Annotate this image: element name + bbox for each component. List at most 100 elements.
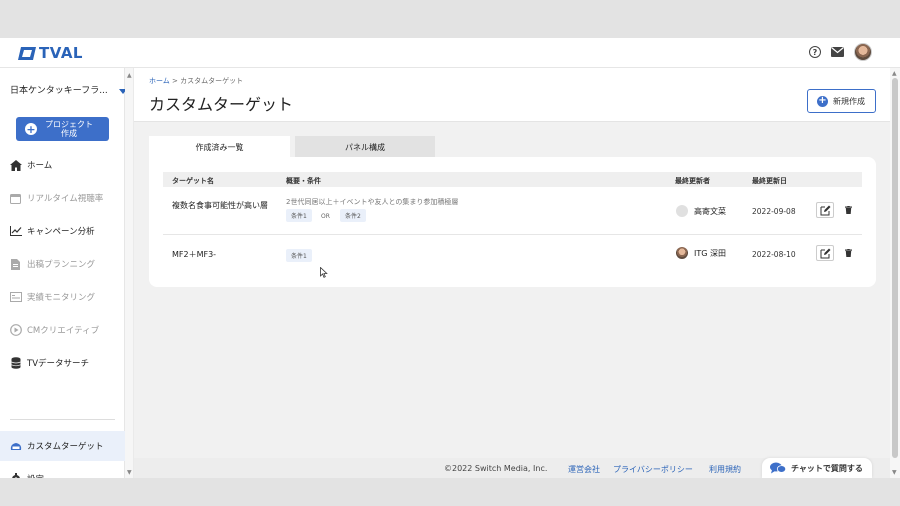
trash-icon	[845, 249, 852, 257]
mouse-cursor-icon	[320, 267, 328, 278]
logo-text: TVAL	[39, 44, 83, 62]
sidebar-item-campaign[interactable]: キャンペーン分析	[0, 216, 125, 246]
new-create-button[interactable]: + 新規作成	[807, 89, 876, 113]
chat-button-label: チャットで質問する	[791, 463, 863, 473]
edit-button[interactable]	[816, 202, 834, 218]
condition-chip[interactable]: 条件1	[286, 209, 312, 222]
updated-date: 2022-09-08	[752, 207, 796, 216]
mail-icon[interactable]	[831, 47, 844, 57]
breadcrumb-separator: >	[172, 77, 178, 85]
sidebar-item-label: リアルタイム視聴率	[27, 194, 104, 204]
create-project-label: プロジェクト 作成	[45, 120, 93, 138]
user-placeholder-icon	[676, 205, 688, 217]
monitor-icon	[9, 291, 22, 304]
main-content: ホーム > カスタムターゲット カスタムターゲット + 新規作成 作成済み一覧 …	[134, 68, 890, 478]
scroll-down-icon[interactable]: ▼	[892, 469, 897, 476]
target-list-card: ターゲット名 概要・条件 最終更新者 最終更新日 複数名食事可能性が高い層 2世…	[149, 157, 876, 287]
line-chart-icon	[9, 225, 22, 238]
sidebar-item-label: 設定	[27, 473, 44, 478]
sidebar-item-monitoring[interactable]: 実績モニタリング	[0, 282, 125, 312]
footer-link-company[interactable]: 運営会社	[568, 464, 600, 475]
delete-button[interactable]	[845, 206, 852, 214]
home-icon	[9, 159, 22, 172]
top-bar: TVAL ?	[0, 38, 900, 68]
trash-icon	[845, 206, 852, 214]
sidebar-item-realtime[interactable]: リアルタイム視聴率	[0, 183, 125, 213]
new-create-label: 新規作成	[833, 96, 865, 106]
sidebar-item-cm-creative[interactable]: CMクリエイティブ	[0, 315, 125, 345]
user-avatar[interactable]	[854, 43, 872, 61]
edit-button[interactable]	[816, 245, 834, 261]
user-avatar	[676, 247, 688, 259]
edit-icon	[820, 205, 830, 215]
play-icon	[9, 324, 22, 337]
sidebar-item-label: 実績モニタリング	[27, 293, 96, 303]
calendar-icon	[9, 192, 22, 205]
main-scrollbar[interactable]: ▲ ▼	[890, 68, 900, 478]
breadcrumb: ホーム > カスタムターゲット	[149, 76, 243, 86]
page-title: カスタムターゲット	[149, 95, 294, 114]
sidebar-item-label: キャンペーン分析	[27, 227, 95, 237]
app-window: TVAL ? 日本ケンタッキーフラ... + プロジェクト 作成 ホーム リアル…	[0, 38, 900, 478]
sidebar-item-tv-data[interactable]: TVデータサーチ	[0, 348, 125, 378]
title-band: ホーム > カスタムターゲット カスタムターゲット + 新規作成	[134, 68, 890, 122]
updater: ITG 深田	[676, 247, 726, 259]
scroll-up-icon[interactable]: ▲	[892, 70, 897, 77]
plus-circle-icon: +	[817, 95, 828, 107]
table-header: ターゲット名 概要・条件 最終更新者 最終更新日	[163, 172, 862, 187]
header-target-name: ターゲット名	[172, 177, 214, 185]
target-name: MF2＋MF3-	[172, 250, 217, 259]
scrollbar-thumb[interactable]	[892, 78, 898, 458]
plus-circle-icon: +	[25, 122, 37, 136]
create-project-button[interactable]: + プロジェクト 作成	[16, 117, 109, 141]
header-icons: ?	[809, 43, 872, 61]
updater: 高寄文菜	[676, 205, 726, 217]
sidebar-scrollbar[interactable]: ▲ ▼	[125, 68, 134, 478]
breadcrumb-current: カスタムターゲット	[180, 77, 244, 85]
edit-icon	[820, 248, 830, 258]
sidebar-item-label: カスタムターゲット	[27, 442, 104, 452]
document-icon	[9, 258, 22, 271]
chat-question-button[interactable]: チャットで質問する	[762, 458, 872, 478]
table-row[interactable]: 複数名食事可能性が高い層 2世代同居以上＋イベントや友人との集まり参加積極層 条…	[163, 187, 862, 235]
sidebar-item-settings[interactable]: 設定	[0, 464, 125, 478]
updated-date: 2022-08-10	[752, 250, 796, 259]
header-updated-date: 最終更新日	[752, 177, 787, 185]
tab-created-list[interactable]: 作成済み一覧	[149, 136, 290, 158]
table-row[interactable]: MF2＋MF3- 条件1 ITG 深田 2022-08-10	[163, 235, 862, 275]
sidebar-item-label: ホーム	[27, 161, 53, 171]
help-icon[interactable]: ?	[809, 46, 821, 58]
target-name: 複数名食事可能性が高い層	[172, 201, 268, 210]
footer: ©2022 Switch Media, Inc. 運営会社 プライバシーポリシー…	[134, 458, 890, 478]
header-conditions: 概要・条件	[286, 177, 321, 185]
copyright: ©2022 Switch Media, Inc.	[444, 464, 548, 473]
org-selector[interactable]: 日本ケンタッキーフラ...	[10, 83, 125, 96]
condition-chip[interactable]: 条件1	[286, 249, 312, 262]
condition-operator: OR	[321, 213, 330, 220]
sidebar-divider	[10, 419, 115, 420]
chat-icon	[770, 462, 786, 474]
sidebar-item-home[interactable]: ホーム	[0, 150, 125, 180]
gear-icon	[9, 473, 22, 478]
logo-mark-icon	[18, 46, 36, 60]
tab-panel-composition[interactable]: パネル構成	[295, 136, 435, 158]
footer-link-privacy[interactable]: プライバシーポリシー	[613, 464, 693, 475]
condition-chip[interactable]: 条件2	[340, 209, 366, 222]
updater-name: 高寄文菜	[694, 206, 726, 216]
tval-logo[interactable]: TVAL	[18, 44, 83, 62]
breadcrumb-home[interactable]: ホーム	[149, 77, 170, 85]
delete-button[interactable]	[845, 249, 852, 257]
footer-link-terms[interactable]: 利用規約	[709, 464, 741, 475]
sidebar: 日本ケンタッキーフラ... + プロジェクト 作成 ホーム リアルタイム視聴率 …	[0, 68, 127, 478]
target-description: 2世代同居以上＋イベントや友人との集まり参加積極層	[286, 198, 459, 206]
header-updater: 最終更新者	[675, 177, 710, 185]
sidebar-item-label: CMクリエイティブ	[27, 326, 100, 336]
scroll-down-icon[interactable]: ▼	[127, 469, 132, 476]
scroll-up-icon[interactable]: ▲	[127, 72, 132, 79]
sidebar-item-custom-target[interactable]: カスタムターゲット	[0, 431, 125, 461]
tv-icon	[9, 440, 22, 453]
sidebar-item-label: TVデータサーチ	[27, 359, 90, 369]
sidebar-item-planning[interactable]: 出稿プランニング	[0, 249, 125, 279]
sidebar-item-label: 出稿プランニング	[27, 260, 96, 270]
database-icon	[9, 357, 22, 370]
